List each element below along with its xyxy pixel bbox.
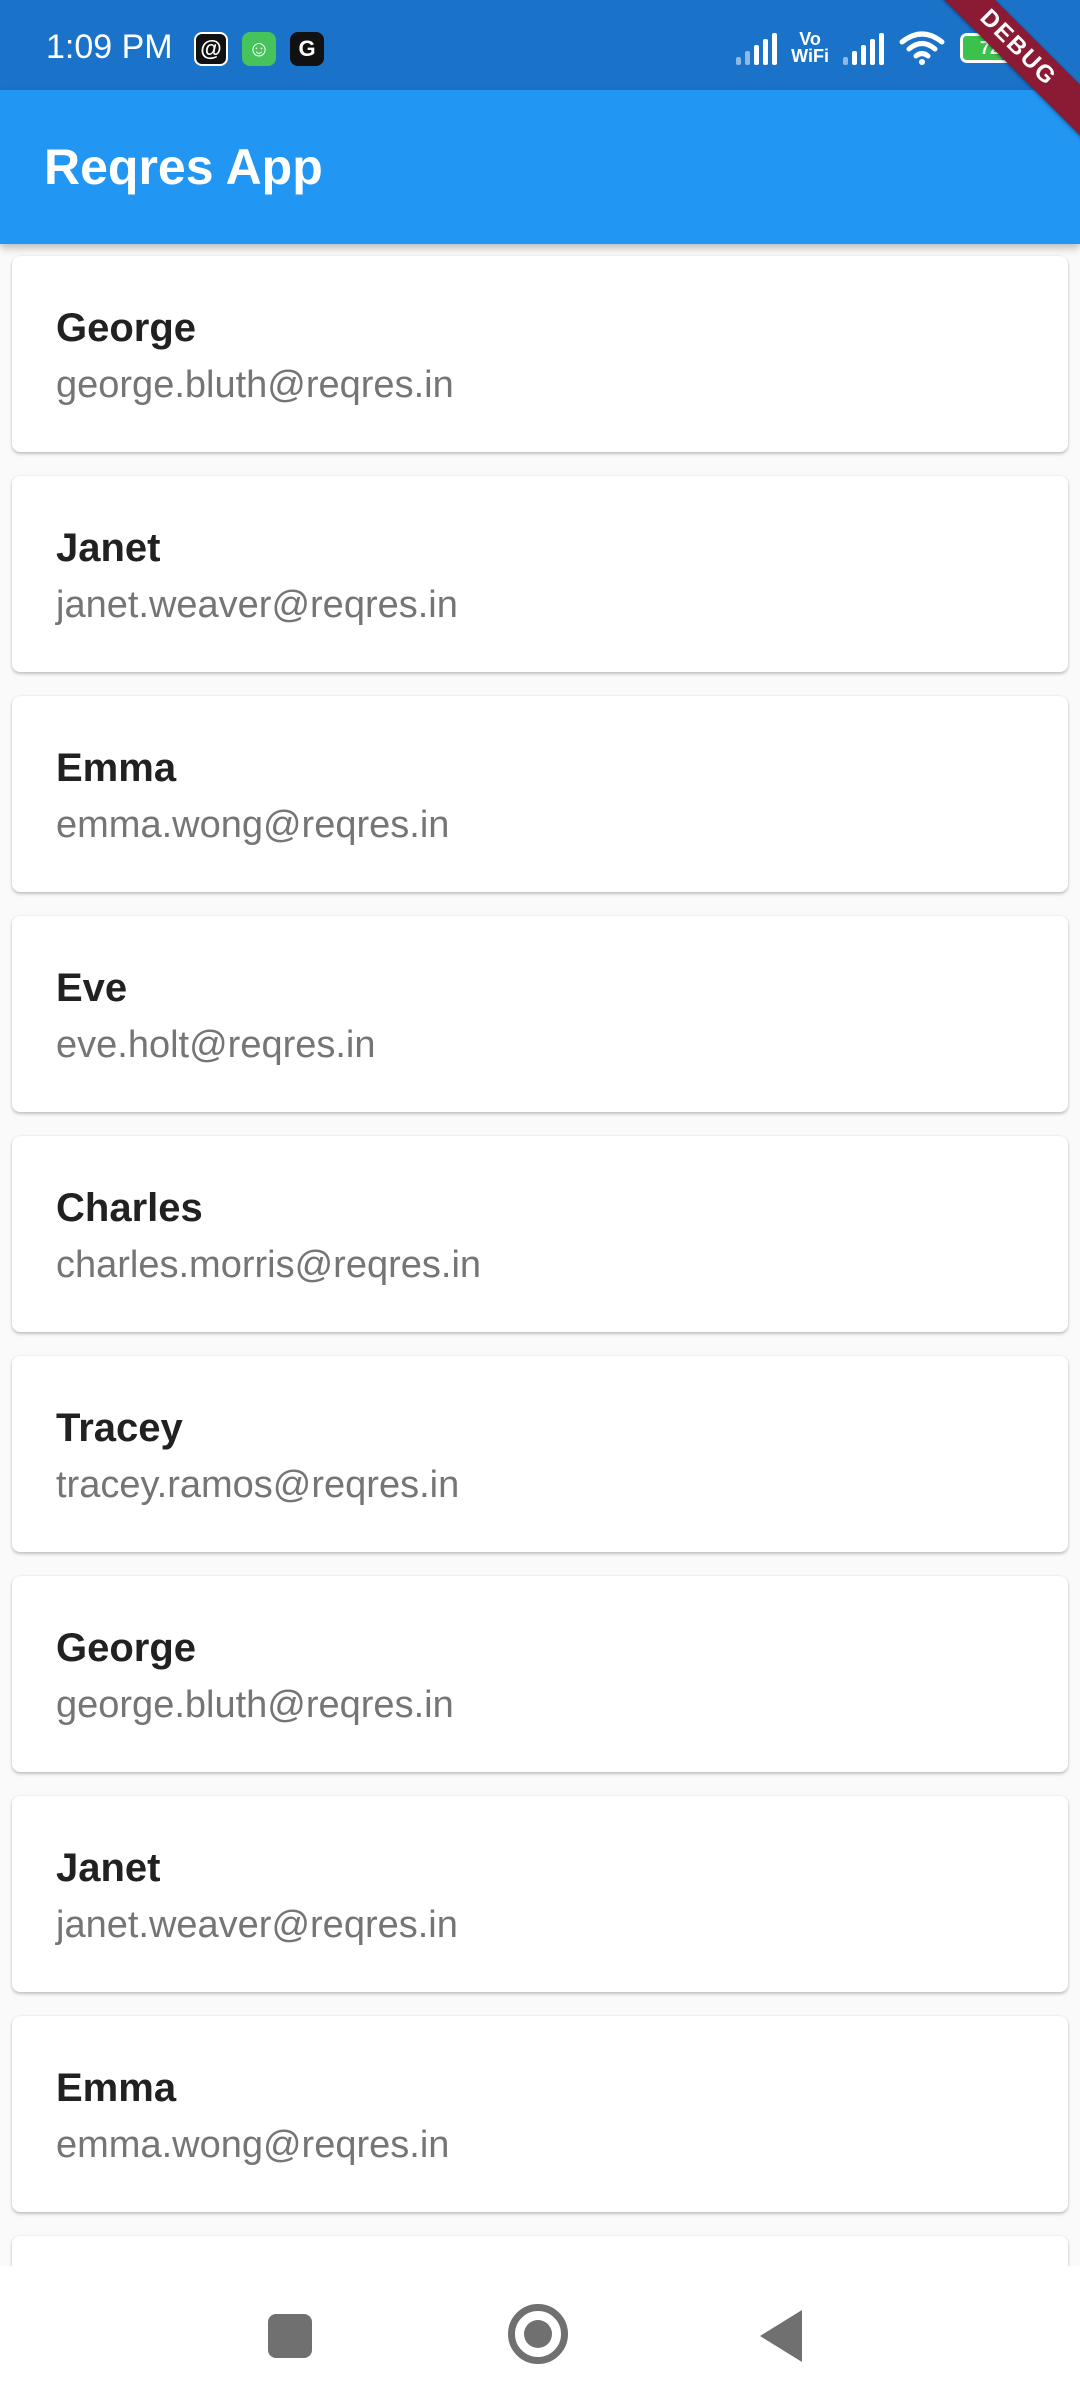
status-bar: 1:09 PM @ ☺ G Vo WiFi 72 xyxy=(0,0,1080,90)
user-name: George xyxy=(56,1626,197,1670)
user-email: eve.holt@reqres.in xyxy=(56,1024,376,1066)
recent-apps-icon[interactable] xyxy=(268,2314,312,2358)
user-name: Janet xyxy=(56,526,161,570)
wifi-icon xyxy=(899,31,945,65)
user-card[interactable]: George george.bluth@reqres.in xyxy=(12,256,1068,452)
user-email: charles.morris@reqres.in xyxy=(56,1244,482,1286)
user-email: janet.weaver@reqres.in xyxy=(56,584,458,626)
cell-signal-2-icon xyxy=(843,31,884,65)
user-card[interactable]: George george.bluth@reqres.in xyxy=(12,1576,1068,1772)
user-name: Janet xyxy=(56,1846,161,1890)
user-email: janet.weaver@reqres.in xyxy=(56,1904,458,1946)
user-email: george.bluth@reqres.in xyxy=(56,364,454,406)
user-name: George xyxy=(56,306,197,350)
user-name: Tracey xyxy=(56,1406,183,1450)
cell-signal-icon xyxy=(736,31,778,65)
user-email: tracey.ramos@reqres.in xyxy=(56,1464,460,1506)
user-card[interactable]: Emma emma.wong@reqres.in xyxy=(12,2016,1068,2212)
status-time: 1:09 PM xyxy=(46,28,173,66)
user-name: Emma xyxy=(56,746,177,790)
user-email: emma.wong@reqres.in xyxy=(56,804,450,846)
back-icon[interactable] xyxy=(760,2310,802,2362)
user-card[interactable]: Tracey tracey.ramos@reqres.in xyxy=(12,1356,1068,1552)
user-name: Emma xyxy=(56,2066,177,2110)
user-card[interactable]: Emma emma.wong@reqres.in xyxy=(12,696,1068,892)
app-bar: Reqres App xyxy=(0,90,1080,244)
vowifi-icon: Vo WiFi xyxy=(791,29,829,66)
user-card[interactable]: Charles charles.morris@reqres.in xyxy=(12,1136,1068,1332)
google-icon: G xyxy=(290,32,324,66)
status-indicators: Vo WiFi 72 xyxy=(736,30,1020,66)
system-nav-bar xyxy=(0,2266,1080,2400)
page-title: Reqres App xyxy=(44,139,323,195)
user-card[interactable] xyxy=(12,2236,1068,2266)
bot-icon: ☺ xyxy=(242,32,276,66)
home-icon[interactable] xyxy=(508,2304,568,2364)
user-card[interactable]: Janet janet.weaver@reqres.in xyxy=(12,1796,1068,1992)
user-email: emma.wong@reqres.in xyxy=(56,2124,450,2166)
user-card[interactable]: Janet janet.weaver@reqres.in xyxy=(12,476,1068,672)
threads-icon: @ xyxy=(194,32,228,66)
notification-icons: @ ☺ G xyxy=(194,32,324,66)
user-name: Eve xyxy=(56,966,128,1010)
user-email: george.bluth@reqres.in xyxy=(56,1684,454,1726)
user-list[interactable]: George george.bluth@reqres.in Janet jane… xyxy=(0,244,1080,2266)
user-name: Charles xyxy=(56,1186,203,1230)
user-card[interactable]: Eve eve.holt@reqres.in xyxy=(12,916,1068,1112)
